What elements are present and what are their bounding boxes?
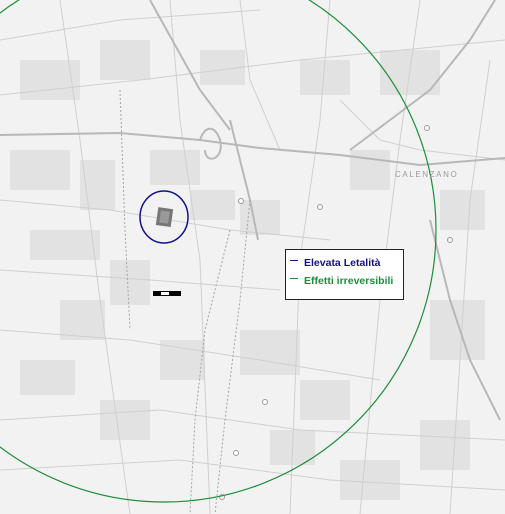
scale-bar [153, 291, 181, 296]
legend-label: Elevata Letalità [304, 257, 381, 269]
plant-site [155, 207, 174, 228]
legend-swatch-icon [290, 259, 298, 261]
urban-blocks [10, 40, 485, 500]
legend-item-high-lethality: Elevata Letalità [290, 254, 397, 272]
basemap [0, 0, 505, 514]
legend-label: Effetti irreversibili [304, 275, 394, 287]
legend-item-irreversible-effects: Effetti irreversibili [290, 272, 397, 290]
town-label-calenzano: CALENZANO [395, 170, 459, 179]
station-markers [219, 125, 453, 500]
map-legend: Elevata Letalità Effetti irreversibili [285, 249, 404, 300]
map-view[interactable]: CALENZANO Elevata Letalità Effetti irrev… [0, 0, 505, 514]
legend-swatch-icon [290, 277, 298, 279]
